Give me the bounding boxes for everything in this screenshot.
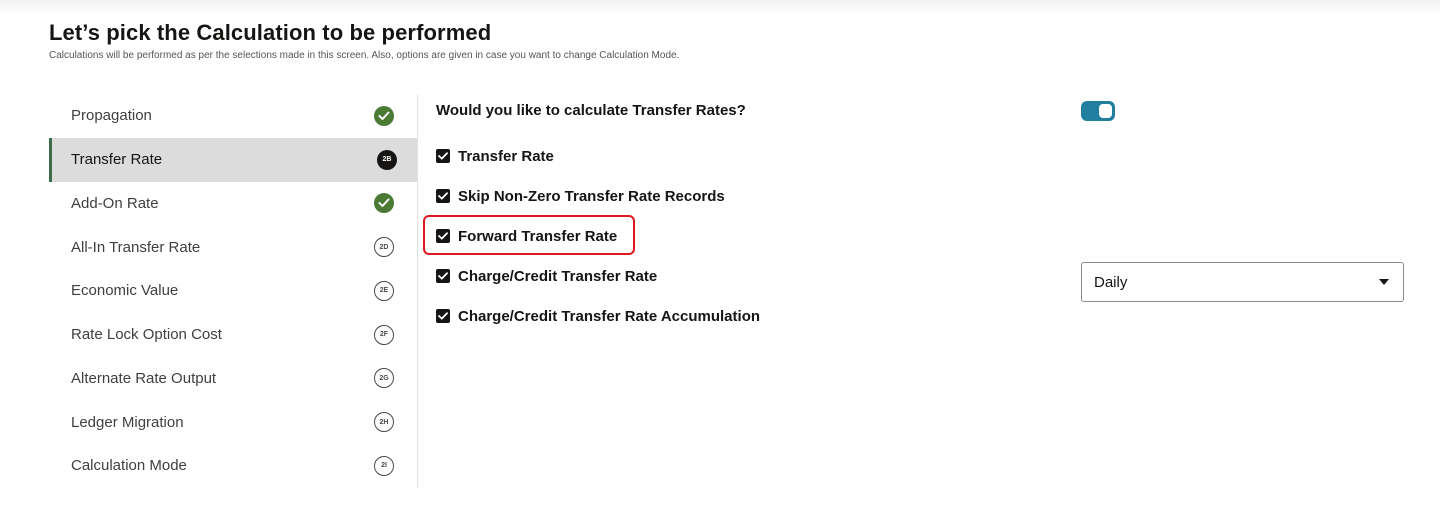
option-label[interactable]: Forward Transfer Rate [458, 228, 617, 245]
calculate-transfer-rates-toggle[interactable] [1081, 101, 1115, 121]
step-badge-icon: 2D [374, 237, 394, 258]
option-label[interactable]: Skip Non-Zero Transfer Rate Records [458, 188, 725, 205]
charge-credit-accumulation-checkbox[interactable] [436, 309, 450, 323]
sidebar-item-propagation[interactable]: Propagation [49, 94, 417, 138]
step-badge-icon: 2E [374, 280, 394, 301]
step-badge-icon: 2I [374, 455, 394, 476]
transfer-rate-checkbox[interactable] [436, 149, 450, 163]
sidebar-item-add-on-rate[interactable]: Add-On Rate [49, 182, 417, 226]
option-label[interactable]: Charge/Credit Transfer Rate [458, 268, 657, 285]
sidebar-item-ledger-migration[interactable]: Ledger Migration 2H [49, 400, 417, 444]
option-charge-credit-accumulation: Charge/Credit Transfer Rate Accumulation [436, 304, 760, 328]
check-circle-icon [374, 105, 394, 126]
step-badge-icon: 2G [374, 368, 394, 389]
steps-sidebar: Propagation Transfer Rate 2B Add-On Rate… [49, 94, 418, 488]
sidebar-item-label: Transfer Rate [71, 151, 163, 169]
frequency-select-value: Daily [1094, 273, 1128, 291]
caret-down-icon [1379, 279, 1389, 285]
sidebar-item-economic-value[interactable]: Economic Value 2E [49, 269, 417, 313]
toggle-knob [1099, 104, 1112, 118]
main-panel: Would you like to calculate Transfer Rat… [436, 94, 1416, 394]
option-label[interactable]: Charge/Credit Transfer Rate Accumulation [458, 308, 760, 325]
sidebar-item-transfer-rate[interactable]: Transfer Rate 2B [49, 137, 417, 182]
charge-credit-checkbox[interactable] [436, 269, 450, 283]
step-badge-icon: 2H [374, 412, 394, 433]
sidebar-item-label: All-In Transfer Rate [71, 238, 201, 256]
option-forward-transfer-rate: Forward Transfer Rate [436, 224, 617, 248]
forward-transfer-rate-checkbox[interactable] [436, 229, 450, 243]
sidebar-item-all-in-transfer-rate[interactable]: All-In Transfer Rate 2D [49, 225, 417, 269]
option-transfer-rate: Transfer Rate [436, 144, 554, 168]
sidebar-item-calculation-mode[interactable]: Calculation Mode 2I [49, 444, 417, 488]
sidebar-item-label: Add-On Rate [71, 194, 159, 212]
calculate-question: Would you like to calculate Transfer Rat… [436, 102, 746, 119]
step-badge-icon: 2F [374, 324, 394, 345]
sidebar-item-rate-lock-option-cost[interactable]: Rate Lock Option Cost 2F [49, 313, 417, 357]
sidebar-item-label: Ledger Migration [71, 413, 184, 431]
check-circle-icon [374, 193, 394, 214]
top-shadow [0, 0, 1440, 14]
sidebar-item-label: Economic Value [71, 282, 179, 300]
page-subtitle: Calculations will be performed as per th… [49, 50, 680, 61]
step-badge-icon: 2B [377, 149, 397, 170]
page-title: Let’s pick the Calculation to be perform… [49, 20, 492, 45]
sidebar-item-label: Calculation Mode [71, 457, 187, 475]
sidebar-item-alternate-rate-output[interactable]: Alternate Rate Output 2G [49, 357, 417, 401]
frequency-select[interactable]: Daily [1081, 262, 1404, 302]
option-label[interactable]: Transfer Rate [458, 148, 554, 165]
sidebar-item-label: Rate Lock Option Cost [71, 326, 222, 344]
option-skip-non-zero: Skip Non-Zero Transfer Rate Records [436, 184, 725, 208]
skip-non-zero-checkbox[interactable] [436, 189, 450, 203]
sidebar-item-label: Propagation [71, 107, 152, 125]
sidebar-item-label: Alternate Rate Output [71, 369, 217, 387]
option-charge-credit-transfer-rate: Charge/Credit Transfer Rate [436, 264, 657, 288]
page-header: Let’s pick the Calculation to be perform… [49, 20, 679, 62]
